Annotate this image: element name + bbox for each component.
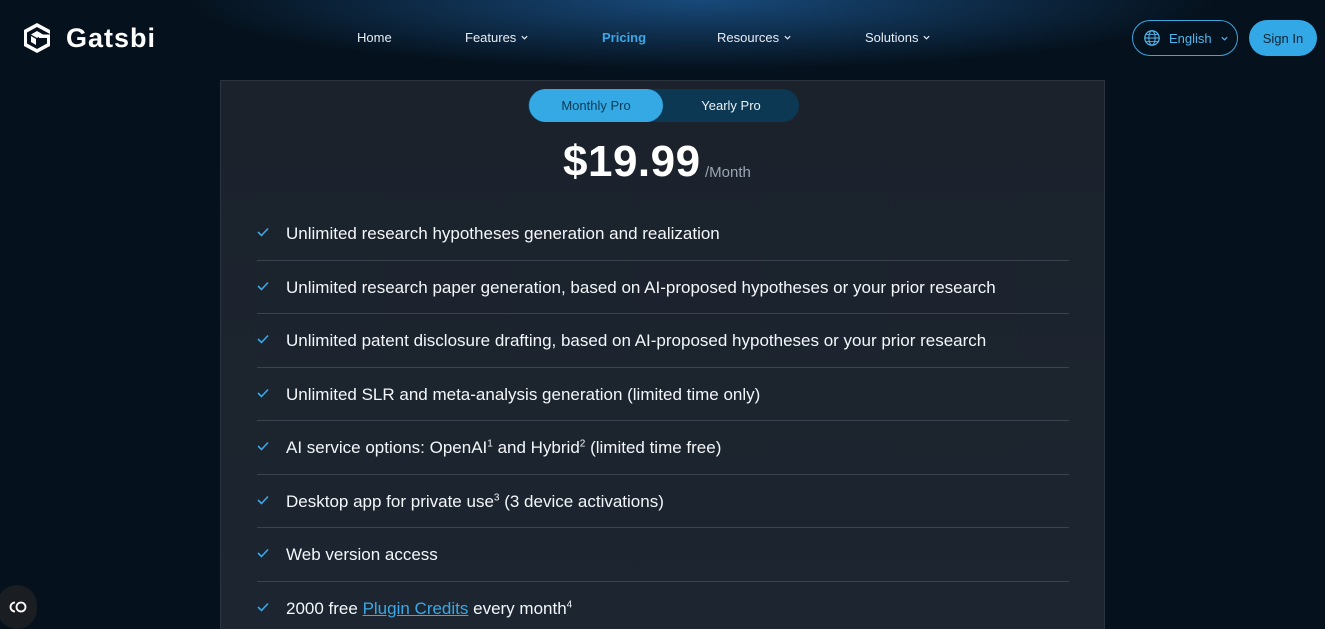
language-selector[interactable]: English <box>1132 20 1238 56</box>
footnote-marker: 4 <box>566 598 573 610</box>
feature-text-part: (3 device activations) <box>499 491 664 511</box>
feature-text: 2000 free Plugin Credits every month4 <box>286 599 572 619</box>
language-label: English <box>1169 30 1212 46</box>
list-item: Desktop app for private use3 (3 device a… <box>257 475 1069 528</box>
sign-in-button[interactable]: Sign In <box>1249 20 1317 56</box>
page: Gatsbi Home Features Pricing Resources S… <box>0 0 1325 629</box>
logo[interactable]: Gatsbi <box>22 22 156 54</box>
feature-text-part: and Hybrid <box>492 438 580 457</box>
check-icon <box>257 495 269 505</box>
feature-text: Unlimited patent disclosure drafting, ba… <box>286 331 987 350</box>
list-item: AI service options: OpenAI1 and Hybrid2 … <box>257 421 1069 475</box>
nav-resources-label: Resources <box>717 29 780 45</box>
list-item: Unlimited research hypotheses generation… <box>257 207 1069 261</box>
nav-pricing[interactable]: Pricing <box>602 28 646 46</box>
nav-solutions[interactable]: Solutions <box>865 28 931 46</box>
list-item: 2000 free Plugin Credits every month4 <box>257 582 1069 629</box>
list-item: Unlimited research paper generation, bas… <box>257 261 1069 314</box>
nav-home[interactable]: Home <box>357 28 392 46</box>
feature-text: AI service options: OpenAI1 and Hybrid2 … <box>286 438 721 458</box>
check-icon <box>257 227 269 237</box>
feature-text-part: (limited time free) <box>585 438 722 457</box>
list-item: Web version access <box>257 528 1069 582</box>
chevron-down-icon <box>1221 36 1228 41</box>
feature-list: Unlimited research hypotheses generation… <box>257 207 1069 629</box>
brand-name: Gatsbi <box>66 22 157 53</box>
nav-home-label: Home <box>357 29 392 45</box>
nav-features-label: Features <box>465 29 517 45</box>
cookie-settings-button[interactable] <box>0 585 37 629</box>
chevron-down-icon <box>521 35 528 40</box>
check-icon <box>257 441 269 451</box>
feature-text-part: every month <box>468 598 567 618</box>
feature-text-part: 2000 free <box>286 598 363 618</box>
pricing-card: Monthly Pro Yearly Pro $19.99 /Month Unl… <box>220 80 1105 629</box>
cookie-settings-icon <box>9 601 27 613</box>
feature-text: Unlimited research paper generation, bas… <box>286 277 996 297</box>
check-icon <box>257 281 269 291</box>
price-period: /Month <box>705 164 751 181</box>
plan-toggle: Monthly Pro Yearly Pro <box>528 89 799 122</box>
chevron-down-icon <box>784 35 791 40</box>
monthly-pro-option[interactable]: Monthly Pro <box>529 89 663 122</box>
gatsbi-logo-icon <box>24 23 50 53</box>
feature-text: Unlimited research hypotheses generation… <box>286 224 720 243</box>
nav-features[interactable]: Features <box>465 28 529 46</box>
list-item: Unlimited SLR and meta-analysis generati… <box>257 368 1069 421</box>
check-icon <box>257 548 269 558</box>
price-amount: $19.99 <box>563 137 701 186</box>
nav-solutions-label: Solutions <box>865 29 919 45</box>
nav-resources[interactable]: Resources <box>717 28 792 46</box>
check-icon <box>257 602 269 612</box>
price-row: $19.99 /Month <box>221 137 1106 187</box>
feature-text-part: Desktop app for private use <box>286 491 494 511</box>
yearly-pro-option[interactable]: Yearly Pro <box>664 89 798 122</box>
nav-pricing-label: Pricing <box>602 29 647 45</box>
site-header: Gatsbi Home Features Pricing Resources S… <box>0 0 1325 76</box>
chevron-down-icon <box>923 35 931 40</box>
feature-text: Unlimited SLR and meta-analysis generati… <box>286 384 761 404</box>
feature-text: Desktop app for private use3 (3 device a… <box>286 492 664 512</box>
feature-text-part: AI service options: OpenAI <box>286 438 488 457</box>
check-icon <box>257 334 269 344</box>
plugin-credits-link[interactable]: Plugin Credits <box>363 599 469 618</box>
globe-icon <box>1144 30 1160 46</box>
list-item: Unlimited patent disclosure drafting, ba… <box>257 314 1069 368</box>
check-icon <box>257 388 269 398</box>
feature-text: Web version access <box>286 545 438 564</box>
